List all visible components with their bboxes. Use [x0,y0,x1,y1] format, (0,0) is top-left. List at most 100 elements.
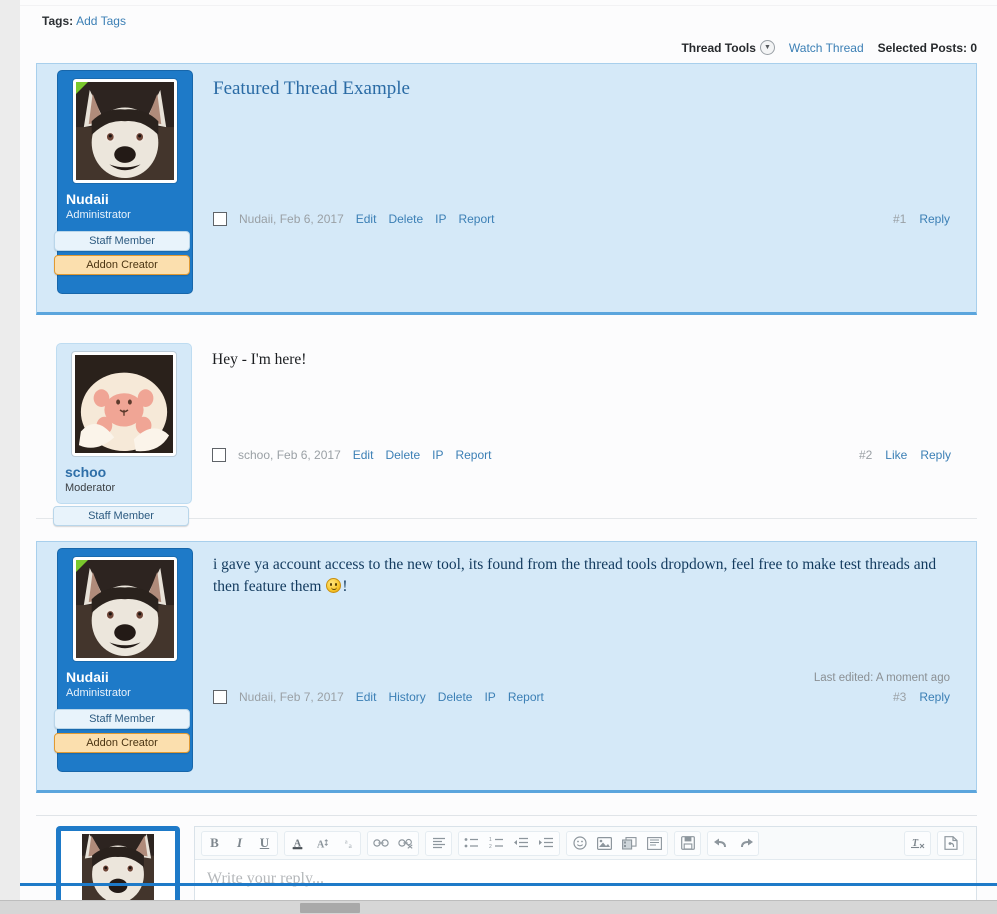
post-report-link[interactable]: Report [455,448,491,462]
remove-formatting-icon[interactable]: T [905,832,930,855]
outdent-icon[interactable] [509,832,534,855]
svg-text:1: 1 [489,837,492,843]
post-edit-link[interactable]: Edit [356,212,377,226]
redo-icon[interactable] [733,832,758,855]
post-reply-link[interactable]: Reply [919,690,950,704]
user-name[interactable]: schoo [65,464,183,481]
underline-icon[interactable]: U [252,832,277,855]
svg-text:A: A [317,839,325,850]
watch-thread-link[interactable]: Watch Thread [789,41,864,55]
toolbar-group-font: A A aa [284,830,361,856]
tags-row: Tags: Add Tags [20,6,997,34]
badge-addon-creator: Addon Creator [54,255,190,275]
user-title: Administrator [66,208,131,221]
bold-icon[interactable]: B [202,832,227,855]
smilie-icon[interactable] [567,832,592,855]
post-ip-link[interactable]: IP [484,690,495,704]
post-body: i gave ya account access to the new tool… [207,548,962,599]
avatar[interactable] [73,79,177,183]
undo-icon[interactable] [708,832,733,855]
toggle-bbcode-icon[interactable] [938,832,963,855]
post-reply-link[interactable]: Reply [920,448,951,462]
editor-toolbar: B I U A A aa 1 2 T [195,827,976,860]
toolbar-group-align [425,830,452,856]
thread-tools-label: Thread Tools [681,40,756,55]
svg-text:2: 2 [489,844,492,849]
scrollbar-thumb[interactable] [300,903,360,913]
editor-panel: B I U A A aa 1 2 T Write your reply... [194,826,977,900]
post-content: i gave ya account access to the new tool… [203,548,976,772]
post-report-link[interactable]: Report [508,690,544,704]
user-name[interactable]: Nudaii [66,191,184,208]
post-delete-link[interactable]: Delete [385,448,420,462]
post-number[interactable]: #1 [893,212,906,226]
post-meta-right: #3 Reply [893,690,962,704]
image-icon[interactable] [592,832,617,855]
post-delete-link[interactable]: Delete [438,690,473,704]
post-content: Hey - I'm here! schoo, Feb 6, 2017 Edit … [202,343,977,504]
post-edit-link[interactable]: Edit [353,448,374,462]
post-select-checkbox[interactable] [213,690,227,704]
forum-page: Tags: Add Tags Thread Tools ▼ Watch Threa… [20,0,997,900]
numbered-list-icon[interactable]: 12 [484,832,509,855]
post-body-text-end: ! [342,578,348,596]
indent-icon[interactable] [534,832,559,855]
add-tags-link[interactable]: Add Tags [76,14,126,28]
post-report-link[interactable]: Report [458,212,494,226]
italic-icon[interactable]: I [227,832,252,855]
post-select-checkbox[interactable] [212,448,226,462]
post-select-checkbox[interactable] [213,212,227,226]
post-meta-right: #2 Like Reply [859,448,963,462]
post-ip-link[interactable]: IP [432,448,443,462]
chevron-down-icon: ▼ [759,40,775,55]
font-size-icon[interactable]: A [310,832,335,855]
post-reply-link[interactable]: Reply [919,212,950,226]
insert-quote-icon[interactable] [642,832,667,855]
post-meta-row: Nudaii, Feb 6, 2017 Edit Delete IP Repor… [207,208,962,226]
bullet-list-icon[interactable] [459,832,484,855]
post-bottom-pad [207,704,962,772]
user-card: Nudaii Administrator Staff Member Addon … [54,70,193,294]
reply-input[interactable]: Write your reply... [195,860,976,900]
save-draft-icon[interactable] [675,832,700,855]
toolbar-group-tools: T [904,830,931,856]
post-like-link[interactable]: Like [885,448,907,462]
toolbar-group-text-style: B I U [201,830,278,856]
post-bottom-pad [207,226,962,294]
post-author-date: Nudaii, Feb 7, 2017 [239,690,344,704]
post-history-link[interactable]: History [388,690,425,704]
post-ip-link[interactable]: IP [435,212,446,226]
align-icon[interactable] [426,832,451,855]
post-meta-row: Nudaii, Feb 7, 2017 Edit History Delete … [207,686,962,704]
post-number[interactable]: #3 [893,690,906,704]
toolbar-group-link [367,830,419,856]
user-badges: Staff Member Addon Creator [54,709,190,757]
post-delete-link[interactable]: Delete [388,212,423,226]
unlink-icon[interactable] [393,832,418,855]
toolbar-group-list: 12 [458,830,560,856]
post-bottom-pad [206,462,963,504]
post-number[interactable]: #2 [859,448,872,462]
online-indicator-icon [76,82,89,95]
editor-avatar-frame [61,831,175,900]
husky-dog-avatar-image [76,560,174,658]
page-bottom-rule [20,883,997,886]
text-color-icon[interactable]: A [285,832,310,855]
toolbar-group-history [707,830,759,856]
user-name[interactable]: Nudaii [66,669,184,686]
avatar[interactable] [72,352,176,456]
insert-link-icon[interactable] [368,832,393,855]
post-author-date: schoo, Feb 6, 2017 [238,448,341,462]
toolbar-group-source [937,830,964,856]
user-badges: Staff Member Addon Creator [54,231,190,279]
horizontal-scrollbar[interactable] [0,900,997,914]
post-edit-link[interactable]: Edit [356,690,377,704]
user-title: Moderator [65,481,116,494]
avatar[interactable] [73,557,177,661]
user-title: Administrator [66,686,131,699]
remove-format-icon[interactable]: aa [335,832,360,855]
thread-tools-button[interactable]: Thread Tools ▼ [681,40,775,55]
media-icon[interactable] [617,832,642,855]
